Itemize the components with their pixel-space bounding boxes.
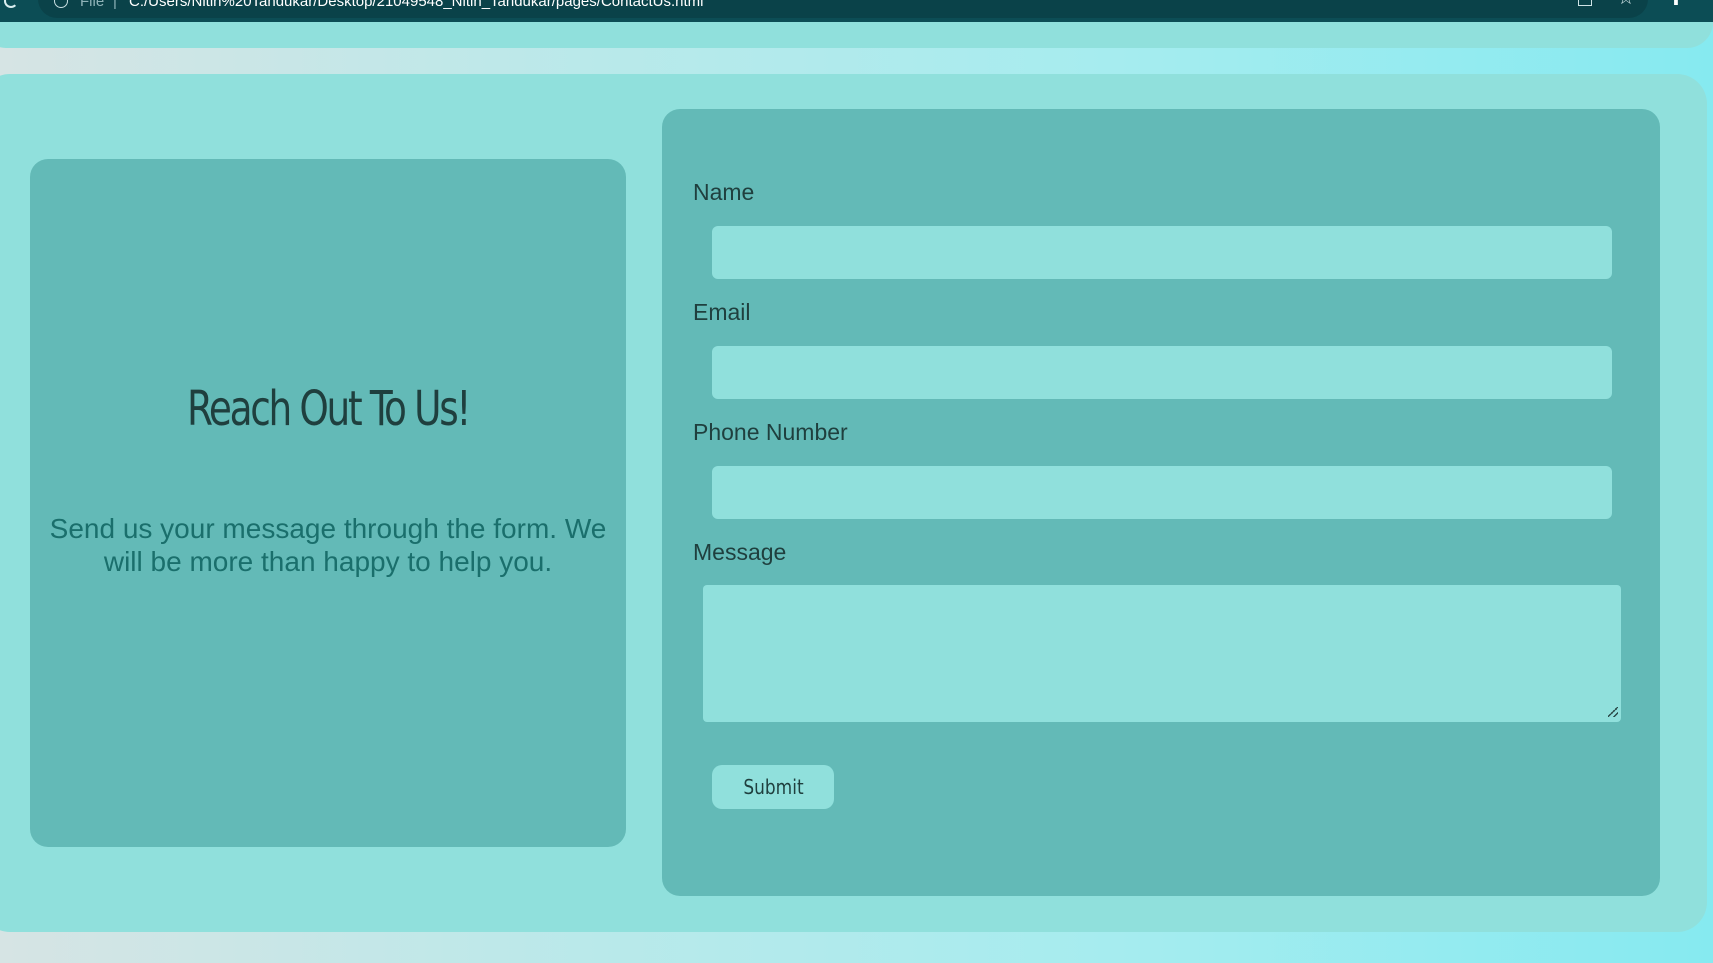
url-text[interactable]: C:/Users/Nitin%20Tandukar/Desktop/210495… (129, 0, 703, 10)
message-label: Message (693, 539, 787, 565)
info-card: Reach Out To Us! Send us your message th… (30, 159, 626, 847)
submit-label: Submit (742, 775, 804, 799)
phone-field[interactable] (712, 466, 1612, 519)
resize-handle-icon[interactable] (1608, 707, 1618, 717)
info-text: Send us your message through the form. W… (49, 513, 607, 577)
top-bar (0, 22, 1713, 48)
submit-button[interactable]: Submit (712, 765, 834, 809)
contact-form: Name Email Phone Number Message Submit (662, 109, 1660, 896)
url-separator: | (113, 0, 117, 10)
email-field[interactable] (712, 346, 1612, 399)
name-field[interactable] (712, 226, 1612, 279)
browser-toolbar: File | C:/Users/Nitin%20Tandukar/Desktop… (0, 0, 1713, 22)
page-title: Reach Out To Us! (186, 381, 471, 437)
url-scheme: File (80, 0, 105, 10)
name-label: Name (693, 179, 755, 205)
reload-icon[interactable] (4, 0, 18, 8)
message-field[interactable] (703, 585, 1621, 722)
phone-label: Phone Number (693, 419, 848, 445)
star-icon[interactable]: ☆ (1617, 0, 1635, 8)
share-icon[interactable] (1578, 0, 1592, 6)
extensions-icon[interactable]: ✚ (1668, 0, 1684, 9)
email-label: Email (693, 299, 751, 325)
